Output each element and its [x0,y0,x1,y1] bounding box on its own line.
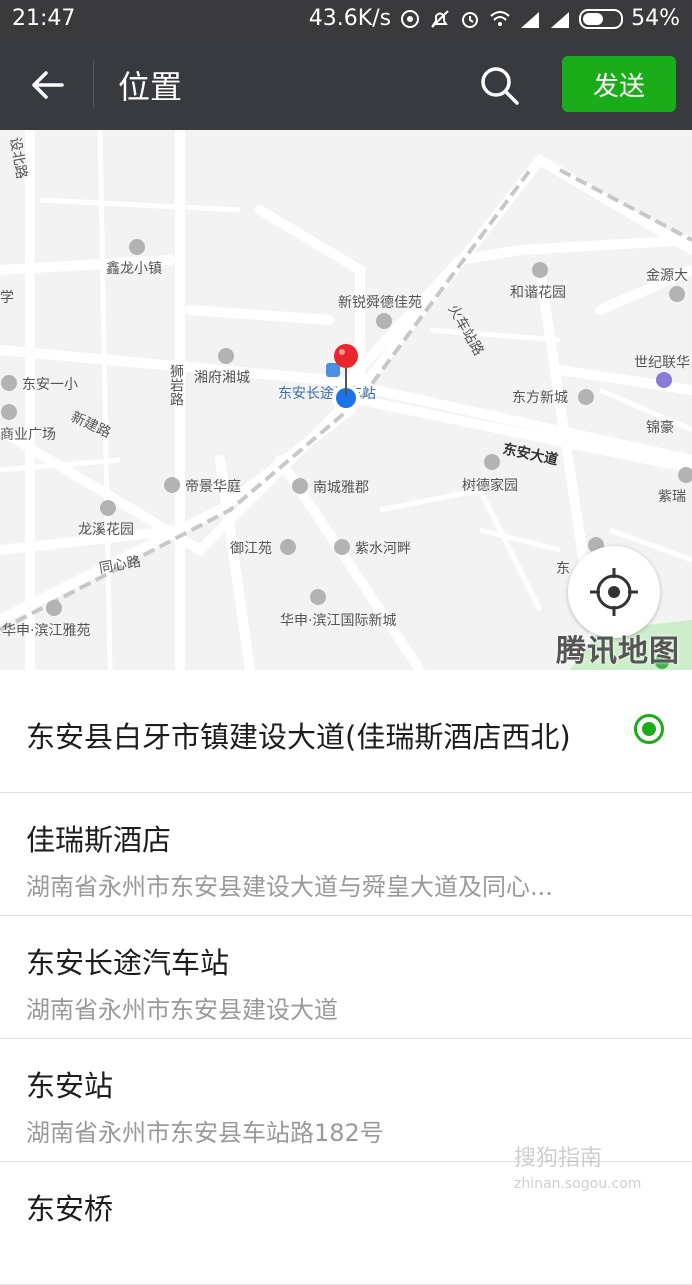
location-address: 湖南省永州市东安县建设大道 [26,996,338,1024]
map-label: 南城雅郡 [313,480,369,496]
battery-percent: 54% [631,6,680,31]
map-label: 狮岩路 [168,364,184,406]
map-label: 金源大 [646,268,688,284]
map-view[interactable]: 设北路 鑫龙小镇 新锐舜德佳苑 和谐花园 金源大 学 东安一小 狮岩路 湘府湘城… [0,130,692,670]
map-label: 御江苑 [230,541,272,557]
crosshair-icon [590,568,638,616]
map-label: 华申·滨江雅苑 [2,623,90,639]
map-label: 新锐舜德佳苑 [338,295,422,311]
locate-me-button[interactable] [568,546,660,638]
map-label: 东方新城 [512,390,568,406]
map-label: 湘府湘城 [194,370,250,386]
signal-icon-1 [521,11,540,28]
map-label: 龙溪花园 [78,522,134,538]
selected-radio-icon [634,714,664,744]
map-label: 商业广场 [0,427,56,443]
battery-fill [583,12,603,25]
battery-icon [579,8,624,29]
watermark-url: zhinan.sogou.com [514,1176,642,1192]
selected-location-label: 东安县白牙市镇建设大道(佳瑞斯酒店西北) [26,720,571,754]
send-button[interactable]: 发送 [562,56,676,112]
list-item-selected[interactable]: 东安县白牙市镇建设大道(佳瑞斯酒店西北) [0,670,692,793]
map-label: 帝景华庭 [185,478,241,495]
location-address: 湖南省永州市东安县车站路182号 [26,1119,384,1147]
header-divider [93,60,94,108]
status-bar: 21:47 43.6K/s 54% [0,0,692,38]
network-speed: 43.6K/s [308,6,392,31]
map-brand-logo: 腾讯地图 [556,634,680,669]
map-label: 鑫龙小镇 [106,260,162,277]
map-label: 东安大道 [501,440,559,468]
watermark-text: 搜狗指南 [514,1146,603,1171]
map-label: 学 [0,290,14,306]
location-name: 东安站 [26,1069,114,1103]
status-time: 21:47 [12,6,76,31]
list-item[interactable]: 东安长途汽车站 湖南省永州市东安县建设大道 [0,916,692,1039]
search-icon[interactable] [476,62,524,110]
location-name: 东安桥 [26,1192,114,1226]
map-label: 华申·滨江国际新城 [280,613,396,629]
map-label: 东安一小 [22,377,78,393]
top-bar: 位置 发送 [0,38,692,130]
wifi-icon [490,10,510,26]
map-label: 世纪联华 [634,355,690,371]
alarm-icon [462,11,479,28]
location-list: 东安县白牙市镇建设大道(佳瑞斯酒店西北) 佳瑞斯酒店 湖南省永州市东安县建设大道… [0,670,692,1285]
page-title: 位置 [118,68,183,106]
map-label: 和谐花园 [510,285,566,301]
list-item[interactable]: 佳瑞斯酒店 湖南省永州市东安县建设大道与舜皇大道及同心... [0,793,692,916]
map-label: 同心路 [98,554,142,577]
signal-icon-2 [551,11,570,28]
back-arrow-icon[interactable] [22,60,72,110]
status-icons: 43.6K/s 54% [309,6,680,31]
map-label: 紫瑞 [658,489,686,505]
map-label: 东安长途汽车站 [278,385,376,402]
mute-bell-icon [431,9,449,28]
location-name: 佳瑞斯酒店 [26,823,172,857]
map-label: 树德家园 [462,477,518,494]
map-label: 锦豪 [646,419,674,436]
location-address: 湖南省永州市东安县建设大道与舜皇大道及同心... [26,873,553,901]
location-name: 东安长途汽车站 [26,946,230,980]
map-label: 紫水河畔 [355,541,411,557]
watermark: 搜狗指南 zhinan.sogou.com [514,1140,641,1192]
hotspot-icon [401,9,420,28]
